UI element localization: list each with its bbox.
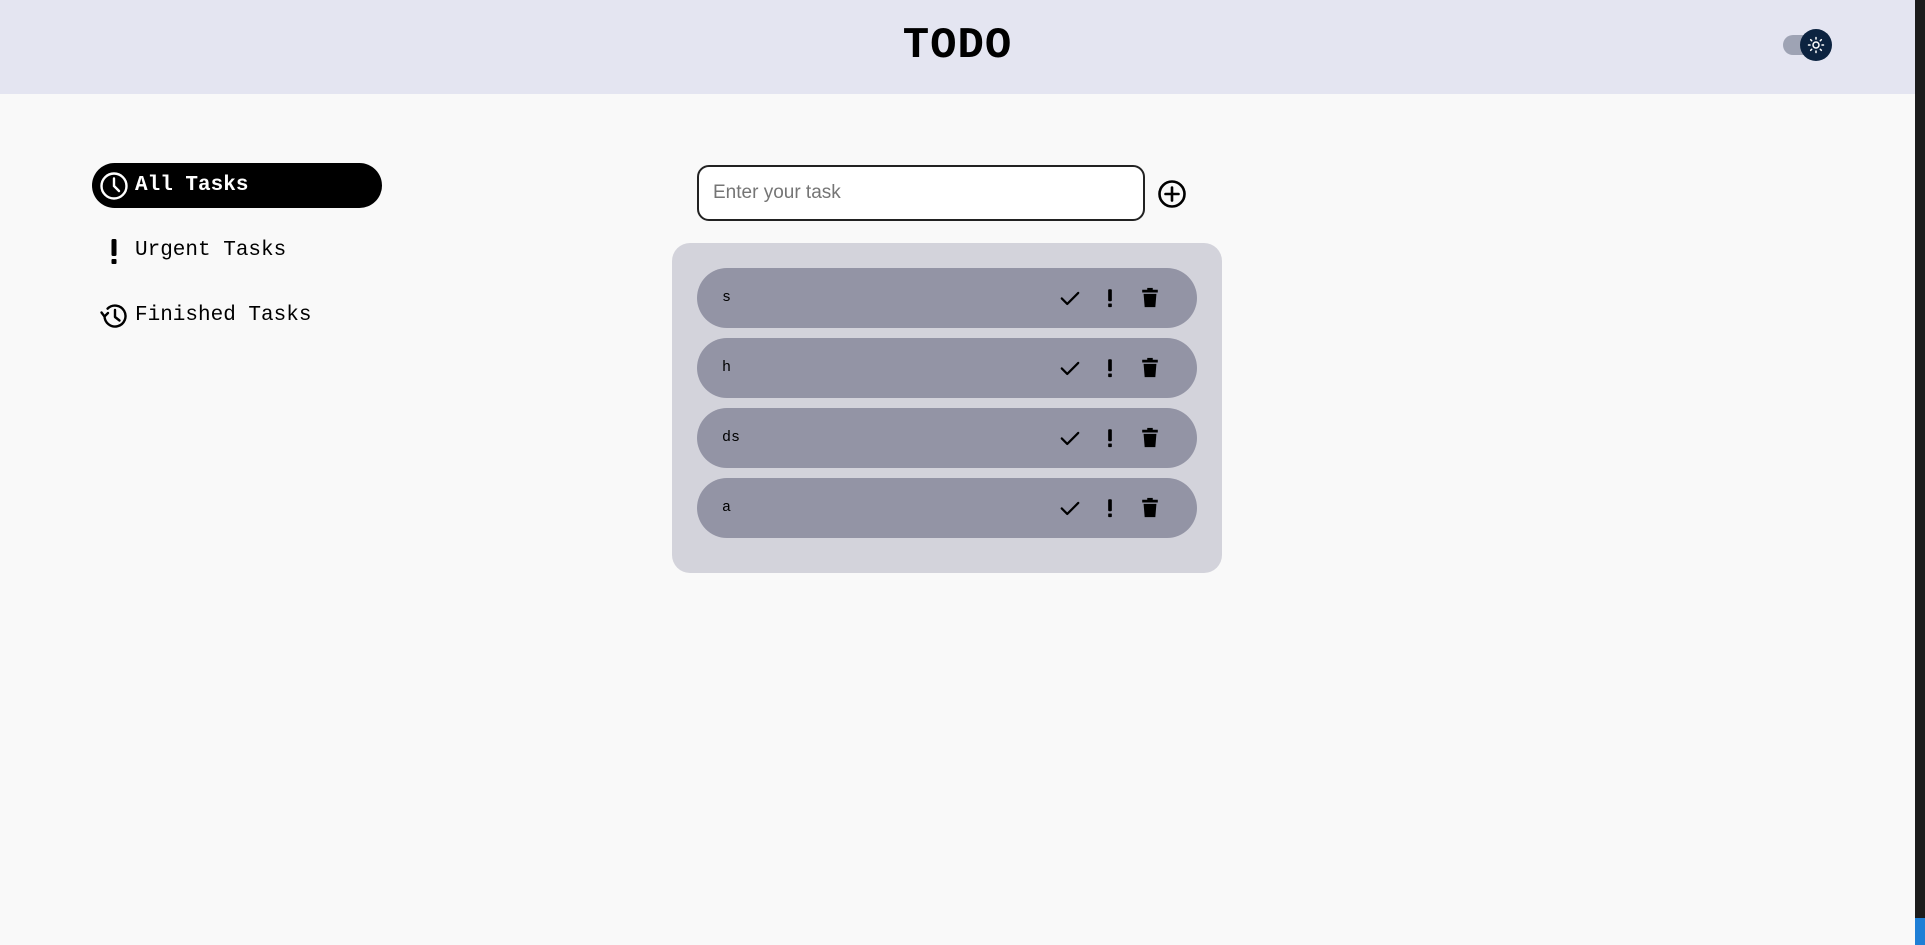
trash-icon[interactable]: [1135, 283, 1165, 313]
sidebar: All Tasks Urgent Tasks Finished Tasks: [92, 163, 382, 358]
sun-icon: [1807, 36, 1825, 54]
exclamation-icon[interactable]: [1095, 493, 1125, 523]
task-item: ds: [697, 408, 1197, 468]
window-edge: [1915, 0, 1925, 945]
check-icon[interactable]: [1055, 493, 1085, 523]
window-edge-accent: [1915, 918, 1925, 945]
task-text: s: [722, 289, 732, 306]
sidebar-item-all-tasks[interactable]: All Tasks: [92, 163, 382, 208]
sidebar-item-label: All Tasks: [135, 174, 249, 197]
check-icon[interactable]: [1055, 283, 1085, 313]
clock-icon: [99, 171, 129, 201]
sidebar-item-urgent-tasks[interactable]: Urgent Tasks: [92, 228, 382, 273]
exclamation-icon[interactable]: [1095, 283, 1125, 313]
task-actions: [1055, 423, 1175, 453]
trash-icon[interactable]: [1135, 353, 1165, 383]
header: TODO: [0, 0, 1915, 94]
task-item: s: [697, 268, 1197, 328]
exclamation-icon[interactable]: [1095, 423, 1125, 453]
task-actions: [1055, 283, 1175, 313]
exclamation-icon[interactable]: [1095, 353, 1125, 383]
task-text: h: [722, 359, 732, 376]
check-icon[interactable]: [1055, 423, 1085, 453]
sidebar-item-finished-tasks[interactable]: Finished Tasks: [92, 293, 382, 338]
task-actions: [1055, 353, 1175, 383]
task-item: h: [697, 338, 1197, 398]
task-list: s h ds a: [697, 268, 1197, 548]
app-title: TODO: [902, 21, 1013, 71]
task-panel: s h ds a: [672, 243, 1222, 573]
task-item: a: [697, 478, 1197, 538]
trash-icon[interactable]: [1135, 493, 1165, 523]
task-actions: [1055, 493, 1175, 523]
app-viewport: TODO All Tasks Urgent Tasks Finished Tas…: [0, 0, 1915, 945]
task-input[interactable]: [697, 165, 1145, 221]
trash-icon[interactable]: [1135, 423, 1165, 453]
todo-app: TODO All Tasks Urgent Tasks Finished Tas…: [0, 0, 1925, 945]
task-text: ds: [722, 429, 741, 446]
task-text: a: [722, 499, 732, 516]
theme-toggle[interactable]: [1783, 29, 1833, 61]
history-icon: [99, 301, 129, 331]
plus-circle-icon: [1158, 180, 1186, 208]
toggle-knob: [1800, 29, 1832, 61]
exclamation-icon: [99, 236, 129, 266]
check-icon[interactable]: [1055, 353, 1085, 383]
sidebar-item-label: Urgent Tasks: [135, 239, 287, 262]
sidebar-item-label: Finished Tasks: [135, 304, 312, 327]
add-task-button[interactable]: [1157, 179, 1187, 209]
